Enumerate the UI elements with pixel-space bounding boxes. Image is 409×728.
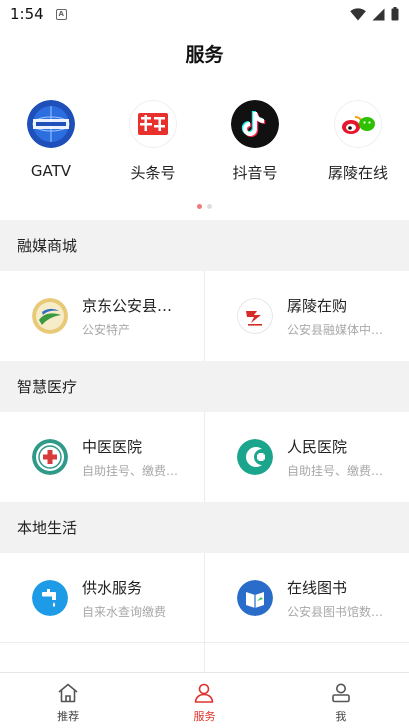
section-row-local-life: 供水服务 自来水查询缴费 在线图书 公安县图书馆数…: [0, 553, 409, 643]
nav-tab-service[interactable]: 服务: [136, 673, 272, 728]
service-online-library[interactable]: 在线图书 公安县图书馆数…: [205, 553, 409, 643]
status-bar: 1:54 A: [0, 0, 409, 28]
person-icon: [195, 683, 214, 703]
page-dot-active: [197, 204, 202, 209]
water-tap-icon: [32, 580, 68, 616]
toutiao-logo-icon: [129, 100, 177, 148]
page-title: 服务: [185, 44, 224, 66]
jd-gongan-logo-icon: [32, 298, 68, 334]
tiktok-logo-icon: [231, 100, 279, 148]
service-chanling-shop[interactable]: 孱陵在购 公安县融媒体中…: [205, 271, 409, 361]
service-subtitle: 自助挂号、缴费…: [287, 463, 384, 478]
featured-app-toutiao[interactable]: 头条号: [102, 100, 204, 188]
cell-divider: [204, 643, 205, 672]
weibo-wechat-icon: [334, 100, 382, 148]
nav-label: 服务: [193, 710, 216, 723]
featured-apps: GATV 头条号 抖音号 孱陵在线: [0, 100, 409, 188]
section-header-local-life: 本地生活: [0, 502, 409, 553]
service-title: 中医医院: [82, 437, 143, 456]
service-title: 京东公安县…: [82, 296, 173, 315]
featured-app-label: 抖音号: [232, 164, 278, 182]
nav-label: 推荐: [57, 710, 80, 723]
tcm-hospital-logo-icon: [32, 439, 68, 475]
signal-icon: [372, 8, 385, 20]
featured-app-label: 孱陵在线: [327, 164, 388, 182]
service-subtitle: 自助挂号、缴费…: [82, 463, 179, 478]
service-title: 在线图书: [287, 578, 348, 597]
peoples-hospital-logo-icon: [237, 439, 273, 475]
featured-app-label: GATV: [30, 162, 72, 180]
nav-tab-recommend[interactable]: 推荐: [0, 673, 136, 728]
service-subtitle: 公安县融媒体中…: [287, 322, 384, 337]
section-row-smart-medical: 中医医院 自助挂号、缴费… 人民医院 自助挂号、缴费…: [0, 412, 409, 502]
section-header-media-mall: 融媒商城: [0, 220, 409, 271]
status-time: 1:54: [10, 5, 44, 23]
featured-app-tiktok[interactable]: 抖音号: [204, 100, 306, 188]
service-subtitle: 公安县图书馆数…: [287, 604, 384, 619]
section-header-smart-medical: 智慧医疗: [0, 361, 409, 412]
bottom-nav: 推荐 服务 我: [0, 672, 409, 728]
page-dot: [207, 204, 212, 209]
page-indicator: [0, 204, 409, 209]
featured-app-chanling-online[interactable]: 孱陵在线: [307, 100, 409, 188]
service-subtitle: 公安特产: [82, 322, 131, 337]
service-title: 供水服务: [82, 578, 143, 597]
status-icons: [350, 7, 399, 21]
service-title: 人民医院: [287, 437, 348, 456]
nav-label: 我: [335, 710, 347, 723]
service-jd-gongan[interactable]: 京东公安县… 公安特产: [0, 271, 204, 361]
service-peoples-hospital[interactable]: 人民医院 自助挂号、缴费…: [205, 412, 409, 502]
home-icon: [58, 683, 78, 703]
wifi-icon: [350, 7, 366, 20]
chanling-shop-logo-icon: [237, 298, 273, 334]
service-tcm-hospital[interactable]: 中医医院 自助挂号、缴费…: [0, 412, 204, 502]
library-book-icon: [237, 580, 273, 616]
service-water-supply[interactable]: 供水服务 自来水查询缴费: [0, 553, 204, 643]
profile-icon: [332, 683, 350, 703]
featured-app-label: 头条号: [130, 164, 176, 182]
nav-tab-me[interactable]: 我: [273, 673, 409, 728]
gatv-logo-icon: [27, 100, 75, 148]
battery-icon: [391, 7, 399, 21]
section-row-media-mall: 京东公安县… 公安特产 孱陵在购 公安县融媒体中…: [0, 271, 409, 361]
service-title: 孱陵在购: [287, 296, 348, 315]
service-subtitle: 自来水查询缴费: [82, 604, 167, 619]
notification-icon: A: [55, 8, 67, 20]
featured-app-gatv[interactable]: GATV: [0, 100, 102, 188]
